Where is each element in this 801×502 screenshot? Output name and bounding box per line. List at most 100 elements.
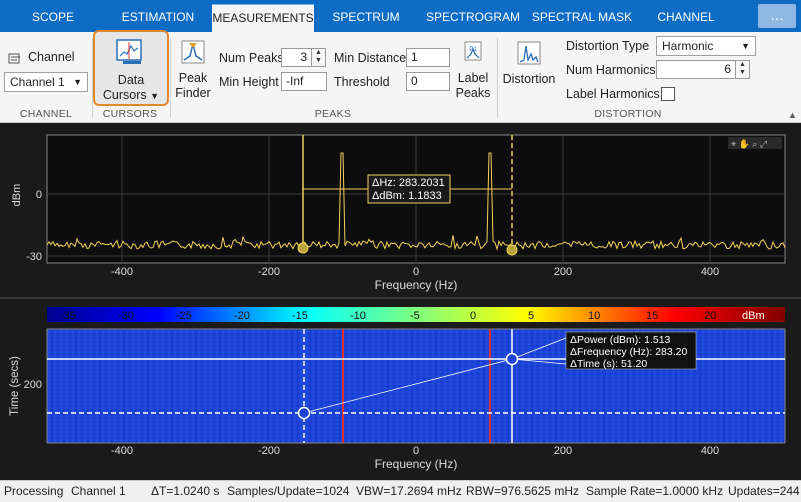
min-height-label: Min Height xyxy=(219,75,279,89)
spectrum-x-label: Frequency (Hz) xyxy=(375,278,458,292)
spectrogram-readout-frequency: ΔFrequency (Hz): 283.20 xyxy=(570,346,687,358)
min-distance-field[interactable]: 1 xyxy=(406,48,450,67)
colorbar-tick: 0 xyxy=(470,310,476,322)
tab-estimation[interactable]: ESTIMATION xyxy=(108,6,208,28)
colorbar-tick: 5 xyxy=(528,310,534,322)
channel-dropdown-value: Channel 1 xyxy=(10,75,65,89)
min-height-field[interactable]: -Inf xyxy=(281,72,327,91)
min-distance-label: Min Distance xyxy=(334,51,407,65)
spectrum-readout-dbm: ΔdBm: 1.1833 xyxy=(372,190,442,202)
distortion-type-dropdown[interactable]: Harmonic ▼ xyxy=(656,36,756,56)
colorbar-unit: dBm xyxy=(742,310,765,322)
stepper-down-icon[interactable]: ▼ xyxy=(312,57,325,65)
spectrum-ytick: -30 xyxy=(26,251,42,263)
status-samples: Samples/Update=1024 xyxy=(227,484,350,498)
section-label-distortion: DISTORTION xyxy=(594,108,662,120)
spectrum-xtick: -400 xyxy=(111,266,133,278)
threshold-label: Threshold xyxy=(334,75,390,89)
spectrum-xtick: 200 xyxy=(554,266,572,278)
colorbar-tick: -10 xyxy=(350,310,366,322)
status-vbw: VBW=17.2694 mHz xyxy=(356,484,462,498)
spectrogram-y-label: Time (secs) xyxy=(9,356,21,416)
colorbar-tick: -5 xyxy=(410,310,420,322)
spectrogram-cursor-1-marker[interactable] xyxy=(297,406,311,420)
label-harmonics-checkbox[interactable] xyxy=(661,87,675,101)
spectrum-xtick: 400 xyxy=(701,266,719,278)
more-tabs-button[interactable]: … xyxy=(758,4,796,28)
distortion-type-label: Distortion Type xyxy=(566,39,650,53)
label-peaks-label-1: Label xyxy=(457,71,489,85)
colorbar-tick: -35 xyxy=(60,310,76,322)
colorbar-tick: -25 xyxy=(176,310,192,322)
label-harmonics-label: Label Harmonics xyxy=(566,87,660,101)
tab-scope[interactable]: SCOPE xyxy=(0,6,106,28)
tab-spectrogram[interactable]: SPECTROGRAM xyxy=(418,6,528,28)
scope-plots: ΔHz: 283.2031 ΔdBm: 1.1833 dBm 0 -30 -40… xyxy=(0,134,801,471)
num-harmonics-stepper[interactable]: ▲ ▼ xyxy=(736,60,750,79)
divider xyxy=(497,38,498,118)
spectrogram-xtick: 0 xyxy=(413,445,419,457)
status-delta-t: ΔT=1.0240 s xyxy=(151,484,220,498)
num-peaks-stepper[interactable]: ▲ ▼ xyxy=(312,48,326,67)
threshold-field[interactable]: 0 xyxy=(406,72,450,91)
status-channel: Channel 1 xyxy=(71,484,126,498)
distortion-button[interactable]: Distortion xyxy=(500,38,558,90)
spectrogram-readout-power: ΔPower (dBm): 1.513 xyxy=(570,334,671,346)
data-cursors-button[interactable]: Data Cursors ▼ xyxy=(93,30,169,106)
tab-spectrum[interactable]: SPECTRUM xyxy=(316,6,416,28)
tab-spectral-mask[interactable]: SPECTRAL MASK xyxy=(530,6,634,28)
toolstrip-tabbar: SCOPE ESTIMATION MEASUREMENTS SPECTRUM S… xyxy=(0,0,801,46)
distortion-type-value: Harmonic xyxy=(662,39,714,53)
data-cursors-label-2: Cursors ▼ xyxy=(95,88,167,104)
collapse-ribbon-icon[interactable]: ▲ xyxy=(788,110,797,120)
spectrogram-x-label: Frequency (Hz) xyxy=(375,457,458,471)
label-peaks-label-2: Peaks xyxy=(455,86,491,100)
num-harmonics-field[interactable]: 6 xyxy=(656,60,736,79)
peak-finder-label-2: Finder xyxy=(175,86,211,100)
status-rbw: RBW=976.5625 mHz xyxy=(466,484,580,498)
chevron-down-icon: ▼ xyxy=(150,91,160,101)
data-cursors-label-2-text: Cursors xyxy=(102,88,147,102)
label-peaks-button[interactable]: P1 Label Peaks xyxy=(453,38,493,104)
chevron-down-icon: ▼ xyxy=(73,77,82,87)
label-peaks-icon: P1 xyxy=(461,40,485,71)
plot-toolbar-icons[interactable]: ⌖ ✋ ⌕ ⤢ xyxy=(728,137,782,149)
stepper-up-icon[interactable]: ▲ xyxy=(312,49,325,57)
num-peaks-field[interactable]: 3 xyxy=(281,48,312,67)
spectrogram-xtick: 200 xyxy=(554,445,572,457)
cursor-2-marker[interactable] xyxy=(506,244,518,256)
peak-finder-icon xyxy=(179,38,207,71)
cursor-1-marker[interactable] xyxy=(297,242,309,254)
spectrum-xtick: 0 xyxy=(413,266,419,278)
spectrogram-ytick: 200 xyxy=(24,379,42,391)
spectrum-xtick: -200 xyxy=(258,266,280,278)
section-label-cursors: CURSORS xyxy=(102,108,158,120)
svg-text:⌖ ✋ ⌕ ⤢: ⌖ ✋ ⌕ ⤢ xyxy=(731,138,767,149)
peak-finder-button[interactable]: Peak Finder xyxy=(173,38,213,104)
data-cursors-label-1: Data xyxy=(117,73,145,87)
colorbar-tick: 20 xyxy=(704,310,716,322)
tab-channel-measurements[interactable]: CHANNEL MEAS... xyxy=(636,6,736,46)
channel-icon xyxy=(8,51,22,65)
chevron-down-icon: ▼ xyxy=(741,41,750,51)
distortion-label: Distortion xyxy=(502,72,556,86)
channel-label: Channel xyxy=(28,50,75,64)
spectrum-y-label: dBm xyxy=(11,184,23,207)
colorbar-tick: -15 xyxy=(292,310,308,322)
scope-display: ΔHz: 283.2031 ΔdBm: 1.1833 dBm 0 -30 -40… xyxy=(0,123,801,480)
stepper-down-icon[interactable]: ▼ xyxy=(736,69,749,77)
channel-dropdown[interactable]: Channel 1 ▼ xyxy=(4,72,88,92)
divider xyxy=(170,38,171,118)
colorbar-tick: -30 xyxy=(118,310,134,322)
stepper-up-icon[interactable]: ▲ xyxy=(736,61,749,69)
status-bar: Processing Channel 1 ΔT=1.0240 s Samples… xyxy=(0,480,801,502)
status-sample-rate: Sample Rate=1.0000 kHz xyxy=(586,484,724,498)
spectrum-ytick: 0 xyxy=(36,189,42,201)
data-cursors-icon xyxy=(115,38,147,71)
spectrogram-cursor-2-marker[interactable] xyxy=(505,352,519,366)
spectrogram-xtick: -200 xyxy=(258,445,280,457)
spectrum-readout-hz: ΔHz: 283.2031 xyxy=(372,177,445,189)
tab-measurements[interactable]: MEASUREMENTS xyxy=(212,4,314,33)
colorbar-tick: 15 xyxy=(646,310,658,322)
num-harmonics-label: Num Harmonics xyxy=(566,63,656,77)
